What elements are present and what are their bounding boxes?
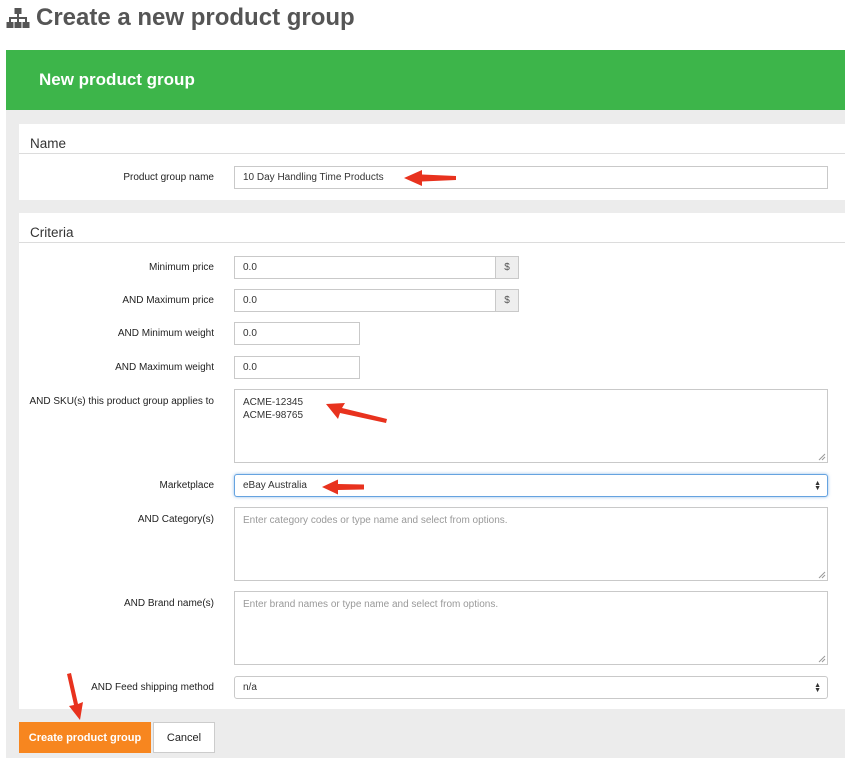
currency-addon: $ [496,256,519,279]
brand-placeholder: Enter brand names or type name and selec… [243,599,499,610]
sku-label: AND SKU(s) this product group applies to [29,396,214,407]
minimum-price-input[interactable]: 0.0 [234,256,496,279]
category-label: AND Category(s) [137,514,214,525]
maximum-price-input[interactable]: 0.0 [234,289,496,312]
category-textarea[interactable]: Enter category codes or type name and se… [234,507,828,581]
marketplace-select[interactable]: eBay Australia ▲ ▼ [234,474,828,497]
resize-handle-icon[interactable] [818,655,826,663]
panel-header: New product group [6,50,845,110]
create-product-group-button[interactable]: Create product group [19,722,151,753]
maximum-price-label: AND Maximum price [122,295,214,306]
divider [19,153,845,154]
name-section-title: Name [30,136,67,151]
divider [19,242,845,243]
select-caret-icon: ▲ ▼ [814,479,821,492]
category-placeholder: Enter category codes or type name and se… [243,515,508,526]
cancel-button[interactable]: Cancel [153,722,215,753]
criteria-section: Criteria Minimum price 0.0 $ AND Maximum… [19,213,845,709]
marketplace-label: Marketplace [159,480,214,491]
resize-handle-icon[interactable] [818,571,826,579]
marketplace-value: eBay Australia [243,480,307,491]
panel-heading: New product group [39,70,195,89]
product-group-name-input[interactable]: 10 Day Handling Time Products [234,166,828,189]
select-caret-icon: ▲ ▼ [814,681,821,694]
sku-line: ACME-98765 [243,410,304,421]
maximum-weight-input[interactable]: 0.0 [234,356,360,379]
feed-shipping-select[interactable]: n/a ▲ ▼ [234,676,828,699]
product-group-name-label: Product group name [123,172,214,183]
page-title-text: Create a new product group [36,4,355,31]
feed-shipping-value: n/a [243,682,257,693]
feed-shipping-label: AND Feed shipping method [91,682,214,693]
sitemap-icon [6,8,30,28]
sku-line: ACME-12345 [243,397,304,408]
name-section: Name Product group name 10 Day Handling … [19,124,845,200]
page-title: Create a new product group [6,3,355,33]
minimum-weight-label: AND Minimum weight [117,328,214,339]
brand-textarea[interactable]: Enter brand names or type name and selec… [234,591,828,665]
currency-addon: $ [496,289,519,312]
sku-textarea[interactable]: ACME-12345 ACME-98765 [234,389,828,463]
minimum-weight-input[interactable]: 0.0 [234,322,360,345]
criteria-section-title: Criteria [30,225,74,240]
minimum-price-label: Minimum price [148,262,214,273]
brand-label: AND Brand name(s) [123,598,214,609]
maximum-weight-label: AND Maximum weight [115,362,214,373]
resize-handle-icon[interactable] [818,453,826,461]
